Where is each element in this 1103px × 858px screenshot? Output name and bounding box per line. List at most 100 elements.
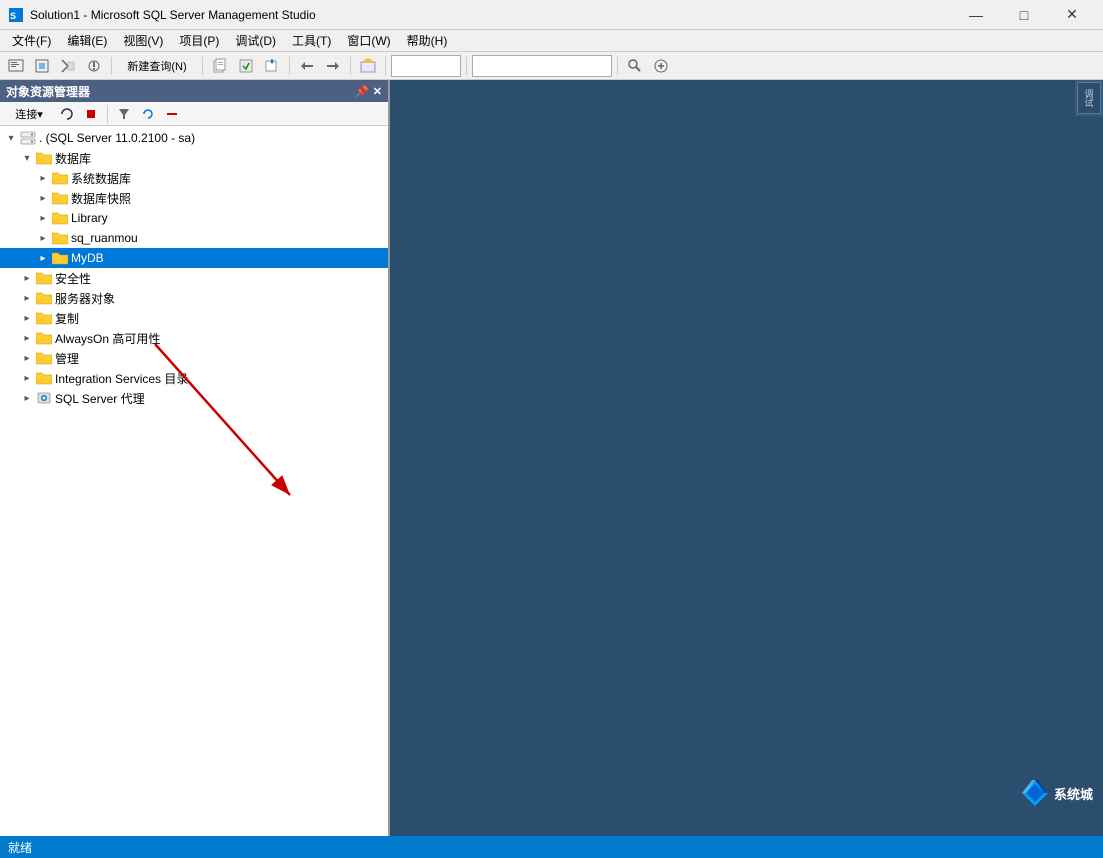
toolbar-btn-7[interactable]: [260, 55, 284, 77]
agent-icon: [36, 390, 52, 406]
tree-server-obj[interactable]: ▸ 服务器对象: [0, 288, 388, 308]
status-bar: 就绪: [0, 836, 1103, 858]
folder-serverobj-icon: [36, 291, 52, 305]
toolbar-btn-10[interactable]: [356, 55, 380, 77]
tree-replication[interactable]: ▸ 复制: [0, 308, 388, 328]
close-button[interactable]: ✕: [1049, 0, 1095, 30]
panel-sep-1: [107, 105, 108, 123]
management-label: 管理: [55, 350, 79, 367]
mydb-label: MyDB: [71, 251, 104, 265]
expand-databases[interactable]: ▾: [20, 151, 34, 165]
collapse-button[interactable]: [161, 104, 183, 124]
new-query-button[interactable]: 新建查询(N): [117, 55, 197, 77]
toolbar-btn-3[interactable]: [56, 55, 80, 77]
expand-security[interactable]: ▸: [20, 271, 34, 285]
connect-button[interactable]: 连接▾: [4, 104, 54, 124]
expand-replication[interactable]: ▸: [20, 311, 34, 325]
folder-sq-icon: [52, 231, 68, 245]
panel-header-controls: 📌 ✕: [355, 85, 382, 98]
integration-label: Integration Services 目录: [55, 370, 188, 387]
menu-file[interactable]: 文件(F): [4, 30, 59, 51]
toolbar-btn-5[interactable]: [208, 55, 232, 77]
filter-button[interactable]: [113, 104, 135, 124]
expand-sys-db[interactable]: ▸: [36, 171, 50, 185]
toolbar-btn-4[interactable]: [82, 55, 106, 77]
snapshot-label: 数据库快照: [71, 190, 131, 207]
toolbar-btn-11[interactable]: [623, 55, 647, 77]
pin-icon[interactable]: 📌: [355, 85, 369, 98]
tree-sq-ruanmou[interactable]: ▸ sq_ruanmou: [0, 228, 388, 248]
alwayson-label: AlwaysOn 高可用性: [55, 330, 160, 347]
expand-library[interactable]: ▸: [36, 211, 50, 225]
toolbar-sep-5: [385, 57, 386, 75]
server-node[interactable]: ▾ . (SQL Server 11.0.2100 - sa): [0, 128, 388, 148]
folder-security-icon: [36, 271, 52, 285]
menu-tools[interactable]: 工具(T): [284, 30, 339, 51]
tree-mydb[interactable]: ▸ MyDB: [0, 248, 388, 268]
serverobj-label: 服务器对象: [55, 290, 115, 307]
refresh-tree-button[interactable]: [137, 104, 159, 124]
menu-help[interactable]: 帮助(H): [399, 30, 456, 51]
expand-server-obj[interactable]: ▸: [20, 291, 34, 305]
toolbar-btn-8[interactable]: [295, 55, 319, 77]
app-icon: S: [8, 7, 24, 23]
sql-agent-label: SQL Server 代理: [55, 390, 145, 407]
tree-container[interactable]: ▾ . (SQL Server 11.0.2100 - sa) ▾: [0, 126, 388, 836]
expand-alwayson[interactable]: ▸: [20, 331, 34, 345]
menu-view[interactable]: 视图(V): [115, 30, 171, 51]
tree-library[interactable]: ▸ Library: [0, 208, 388, 228]
side-icon-panel: 调试: [1075, 80, 1103, 116]
folder-databases-icon: [36, 151, 52, 165]
menu-edit[interactable]: 编辑(E): [59, 30, 115, 51]
side-btn-sql[interactable]: 调试: [1077, 82, 1101, 114]
panel-toolbar: 连接▾: [0, 102, 388, 126]
sysdb-label: 系统数据库: [71, 170, 131, 187]
toolbar-sep-2: [202, 57, 203, 75]
expand-snapshot[interactable]: ▸: [36, 191, 50, 205]
tree-sql-agent[interactable]: ▸ SQL Server 代理: [0, 388, 388, 408]
expand-mydb[interactable]: ▸: [36, 251, 50, 265]
expand-sq[interactable]: ▸: [36, 231, 50, 245]
tree-alwayson[interactable]: ▸ AlwaysOn 高可用性: [0, 328, 388, 348]
svg-text:S: S: [10, 11, 16, 21]
maximize-button[interactable]: □: [1001, 0, 1047, 30]
window-title: Solution1 - Microsoft SQL Server Managem…: [30, 8, 953, 22]
toolbar-btn-6[interactable]: [234, 55, 258, 77]
toolbar-btn-2[interactable]: [30, 55, 54, 77]
folder-snapshot-icon: [52, 191, 68, 205]
library-label: Library: [71, 211, 108, 225]
minimize-button[interactable]: —: [953, 0, 999, 30]
toolbar-input-2[interactable]: [472, 55, 612, 77]
tree-management[interactable]: ▸ 管理: [0, 348, 388, 368]
security-label: 安全性: [55, 270, 91, 287]
replication-label: 复制: [55, 310, 79, 327]
watermark: 系统城: [1020, 778, 1093, 808]
tree-sys-db[interactable]: ▸ 系统数据库: [0, 168, 388, 188]
title-bar: S Solution1 - Microsoft SQL Server Manag…: [0, 0, 1103, 30]
window-controls: — □ ✕: [953, 0, 1095, 30]
tree-security[interactable]: ▸ 安全性: [0, 268, 388, 288]
toolbar-btn-1[interactable]: [4, 55, 28, 77]
main-toolbar: 新建查询(N): [0, 52, 1103, 80]
menu-debug[interactable]: 调试(D): [227, 30, 284, 51]
menu-project[interactable]: 项目(P): [171, 30, 227, 51]
menu-window[interactable]: 窗口(W): [339, 30, 398, 51]
folder-mydb-icon: [52, 251, 68, 265]
refresh-button[interactable]: [56, 104, 78, 124]
expand-management[interactable]: ▸: [20, 351, 34, 365]
toolbar-btn-9[interactable]: [321, 55, 345, 77]
tree-db-snapshot[interactable]: ▸ 数据库快照: [0, 188, 388, 208]
expand-server[interactable]: ▾: [4, 131, 18, 145]
toolbar-input-1[interactable]: [391, 55, 461, 77]
stop-button[interactable]: [80, 104, 102, 124]
close-panel-icon[interactable]: ✕: [373, 85, 382, 98]
expand-sql-agent[interactable]: ▸: [20, 391, 34, 405]
folder-replication-icon: [36, 311, 52, 325]
toolbar-btn-12[interactable]: [649, 55, 673, 77]
expand-integration[interactable]: ▸: [20, 371, 34, 385]
tree-databases[interactable]: ▾ 数据库: [0, 148, 388, 168]
folder-alwayson-icon: [36, 331, 52, 345]
tree-integration[interactable]: ▸ Integration Services 目录: [0, 368, 388, 388]
main-layout: 对象资源管理器 📌 ✕ 连接▾: [0, 80, 1103, 836]
server-icon: [20, 130, 36, 146]
